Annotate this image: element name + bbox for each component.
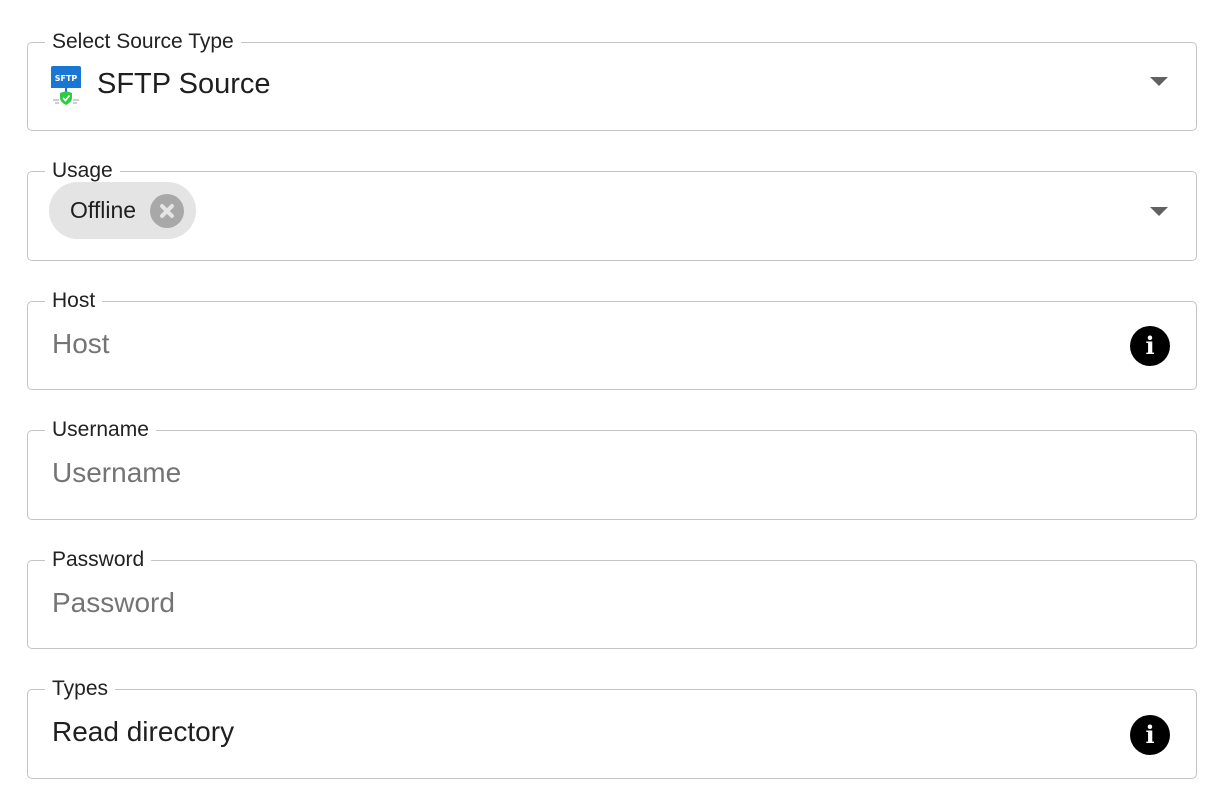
- usage-select[interactable]: Usage Offline: [27, 159, 1197, 261]
- types-select[interactable]: Types Read directory i: [27, 677, 1197, 779]
- source-type-value: SFTP Source: [97, 68, 271, 100]
- host-field: Host i: [27, 289, 1197, 390]
- chip-label: Offline: [70, 197, 137, 223]
- types-value: Read directory: [52, 716, 235, 747]
- password-label: Password: [45, 548, 152, 572]
- username-input[interactable]: [52, 455, 1102, 491]
- host-label: Host: [45, 289, 103, 313]
- username-label: Username: [45, 418, 156, 442]
- source-form: Select Source Type SFTP SFTP Source Usag…: [0, 0, 1220, 796]
- info-icon[interactable]: i: [1130, 715, 1170, 755]
- source-type-select[interactable]: Select Source Type SFTP SFTP Source: [27, 30, 1197, 131]
- info-icon[interactable]: i: [1130, 326, 1170, 366]
- types-label: Types: [45, 677, 116, 701]
- usage-label: Usage: [45, 159, 120, 183]
- chevron-down-icon[interactable]: [1150, 77, 1168, 86]
- chevron-down-icon[interactable]: [1150, 207, 1168, 216]
- host-input[interactable]: [52, 326, 1102, 362]
- password-input[interactable]: [52, 585, 1102, 621]
- close-circle-icon[interactable]: [150, 193, 185, 228]
- username-field: Username: [27, 418, 1197, 520]
- sftp-icon: SFTP: [51, 66, 81, 106]
- sftp-icon-text: SFTP: [55, 74, 78, 83]
- usage-chip-offline: Offline: [49, 182, 197, 239]
- password-field: Password: [27, 548, 1197, 649]
- source-type-label: Select Source Type: [45, 30, 241, 54]
